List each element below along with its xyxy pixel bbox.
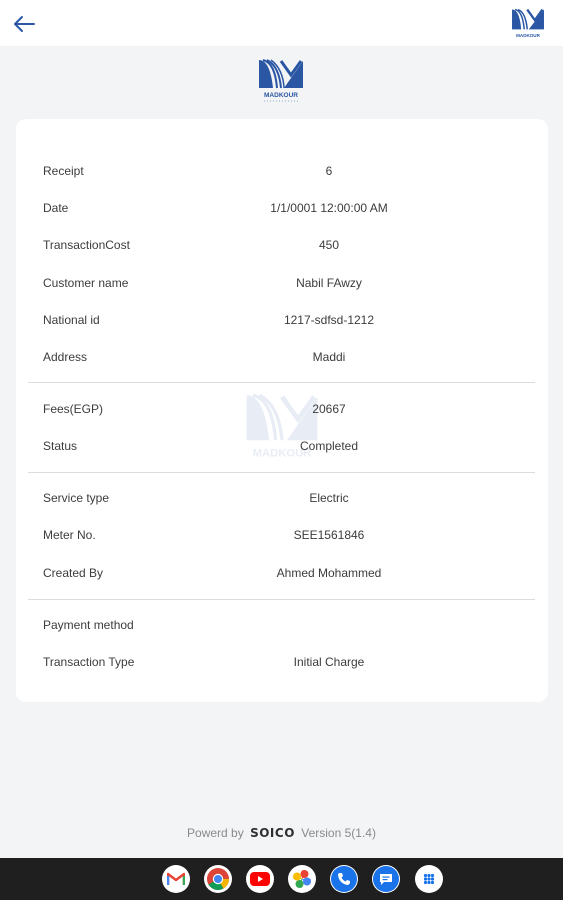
svg-text:MADKOUR: MADKOUR [516, 33, 540, 38]
version-label: Version 5(1.4) [301, 826, 376, 840]
app-drawer-icon [416, 866, 442, 892]
soico-brand: SOICO [250, 826, 295, 840]
address-label: Address [43, 350, 88, 364]
date-label: Date [43, 201, 69, 215]
photos-icon [293, 870, 311, 888]
service-type-value: Electric [309, 491, 349, 505]
fees-label: Fees(EGP) [43, 402, 104, 416]
meter-no-row: Meter No. SEE1561846 [16, 525, 548, 545]
customer-name-value: Nabil FAwzy [296, 276, 362, 290]
transaction-cost-row: TransactionCost 450 [16, 235, 548, 255]
receipt-card: MADKOUR Receipt 6 Date 1/1/0001 12:00:00… [16, 119, 548, 702]
national-id-value: 1217-sdfsd-1212 [283, 313, 375, 327]
gmail-icon [167, 872, 185, 885]
customer-name-row: Customer name Nabil FAwzy [16, 273, 548, 293]
payment-method-label: Payment method [43, 618, 134, 632]
meter-no-label: Meter No. [43, 528, 96, 542]
gmail-app[interactable] [162, 865, 190, 893]
status-value: Completed [299, 439, 359, 453]
section-divider [28, 382, 535, 383]
powered-by-label: Powerd by [187, 826, 244, 840]
transaction-cost-label: TransactionCost [43, 238, 130, 252]
payment-method-row: Payment method [16, 615, 548, 635]
meter-no-value: SEE1561846 [293, 528, 365, 542]
back-button[interactable] [10, 12, 38, 36]
phone-icon [331, 866, 357, 892]
fees-value: 20667 [312, 402, 346, 416]
service-type-row: Service type Electric [16, 488, 548, 508]
arrow-left-icon [14, 16, 35, 32]
national-id-row: National id 1217-sdfsd-1212 [16, 310, 548, 330]
fees-row: Fees(EGP) 20667 [16, 399, 548, 419]
created-by-label: Created By [43, 566, 104, 580]
date-value: 1/1/0001 12:00:00 AM [270, 201, 388, 215]
photos-app[interactable] [288, 865, 316, 893]
section-divider [28, 599, 535, 600]
receipt-label: Receipt [43, 164, 84, 178]
transaction-cost-value: 450 [318, 238, 340, 252]
youtube-icon [250, 872, 270, 886]
address-row: Address Maddi [16, 347, 548, 367]
created-by-row: Created By Ahmed Mohammed [16, 563, 548, 583]
phone-app[interactable] [330, 865, 358, 893]
app-drawer[interactable] [415, 865, 443, 893]
madkour-logo-small: MADKOUR [511, 8, 545, 38]
youtube-app[interactable] [246, 865, 274, 893]
date-row: Date 1/1/0001 12:00:00 AM [16, 198, 548, 218]
customer-name-label: Customer name [43, 276, 129, 290]
created-by-value: Ahmed Mohammed [276, 566, 382, 580]
messages-app[interactable] [372, 865, 400, 893]
taskbar [0, 858, 563, 900]
chrome-icon [207, 868, 229, 890]
transaction-type-row: Transaction Type Initial Charge [16, 652, 548, 672]
national-id-label: National id [43, 313, 100, 327]
status-row: Status Completed [16, 436, 548, 456]
status-label: Status [43, 439, 78, 453]
address-value: Maddi [312, 350, 346, 364]
chrome-app[interactable] [204, 865, 232, 893]
service-type-label: Service type [43, 491, 110, 505]
messages-icon [373, 866, 399, 892]
receipt-value: 6 [325, 164, 333, 178]
app-bar: MADKOUR [0, 0, 563, 46]
transaction-type-label: Transaction Type [43, 655, 135, 669]
madkour-logo: MADKOUR [259, 59, 303, 102]
receipt-row: Receipt 6 [16, 161, 548, 181]
transaction-type-value: Initial Charge [293, 655, 365, 669]
section-divider [28, 472, 535, 473]
powered-by-footer: Powerd by SOICO Version 5(1.4) [0, 826, 563, 840]
svg-text:MADKOUR: MADKOUR [264, 92, 298, 99]
